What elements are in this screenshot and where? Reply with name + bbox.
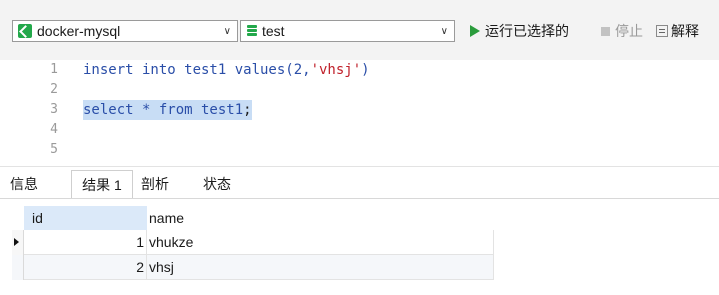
stop-icon — [601, 26, 610, 36]
current-row-icon — [14, 238, 19, 246]
database-icon — [247, 24, 257, 38]
run-selected-button[interactable]: 运行已选择的 — [470, 20, 569, 42]
tab-profile[interactable]: 剖析 — [141, 170, 185, 198]
code-line: 1 insert into test1 values(2,'vhsj') — [0, 60, 719, 80]
code-line: 2 — [0, 80, 719, 100]
cell-name[interactable]: vhsj — [147, 255, 494, 280]
explain-label: 解释 — [671, 23, 699, 39]
cell-id[interactable]: 2 — [24, 255, 147, 280]
column-header-id[interactable]: id — [24, 206, 147, 230]
stop-button[interactable]: 停止 — [601, 20, 643, 42]
tab-info[interactable]: 信息 — [10, 170, 54, 198]
code-line: 5 — [0, 140, 719, 160]
play-icon — [470, 25, 480, 37]
cell-id[interactable]: 1 — [24, 230, 147, 255]
tabs-divider — [0, 198, 719, 199]
line-number: 3 — [50, 102, 58, 117]
code-line: 3 select * from test1; — [0, 100, 719, 120]
line-number: 4 — [50, 122, 58, 137]
database-select[interactable]: test ∨ — [240, 20, 455, 42]
code-tail: ) — [361, 62, 370, 78]
code-keyword: insert into test1 values(2, — [83, 62, 311, 78]
connection-icon — [18, 24, 32, 38]
query-toolbar: docker-mysql ∨ test ∨ 运行已选择的 停止 解释 — [0, 0, 719, 60]
tab-status[interactable]: 状态 — [203, 170, 247, 198]
line-number: 5 — [50, 142, 58, 157]
code-keyword: select * from test1 — [83, 102, 244, 118]
explain-button[interactable]: 解释 — [656, 20, 699, 42]
explain-icon — [656, 25, 668, 37]
tab-label: 信息 — [10, 176, 38, 192]
code-string: 'vhsj' — [310, 62, 362, 78]
line-number: 2 — [50, 82, 58, 97]
row-selector[interactable] — [12, 255, 24, 280]
code-line: 4 — [0, 120, 719, 140]
code-text: insert into test1 values(2,'vhsj') — [83, 60, 370, 80]
chevron-down-icon[interactable]: ∨ — [224, 21, 231, 41]
result-tabs: 信息 结果 1 剖析 状态 — [0, 170, 719, 198]
connection-select-value: docker-mysql — [37, 23, 121, 39]
editor-divider[interactable] — [0, 166, 719, 167]
row-selector[interactable] — [12, 230, 24, 255]
column-header-name[interactable]: name — [147, 206, 494, 230]
tab-label: 结果 1 — [82, 176, 122, 193]
tab-label: 剖析 — [141, 176, 169, 192]
table-row[interactable]: 2 vhsj — [12, 255, 494, 280]
tab-label: 状态 — [203, 176, 231, 192]
sql-editor[interactable]: 1 insert into test1 values(2,'vhsj') 2 3… — [0, 60, 719, 165]
line-number: 1 — [50, 62, 58, 77]
code-tail: ; — [243, 102, 252, 118]
grid-header: id name — [12, 206, 494, 230]
column-header-label: name — [149, 210, 185, 226]
connection-select[interactable]: docker-mysql ∨ — [12, 20, 238, 42]
table-row[interactable]: 1 vhukze — [12, 230, 494, 255]
column-header-label: id — [32, 210, 43, 226]
selected-code-text: select * from test1; — [83, 100, 252, 120]
stop-label: 停止 — [615, 23, 643, 39]
chevron-down-icon[interactable]: ∨ — [441, 21, 448, 41]
cell-name[interactable]: vhukze — [147, 230, 494, 255]
run-selected-label: 运行已选择的 — [485, 23, 569, 39]
database-select-value: test — [262, 23, 285, 39]
tab-result-1[interactable]: 结果 1 — [71, 170, 133, 198]
